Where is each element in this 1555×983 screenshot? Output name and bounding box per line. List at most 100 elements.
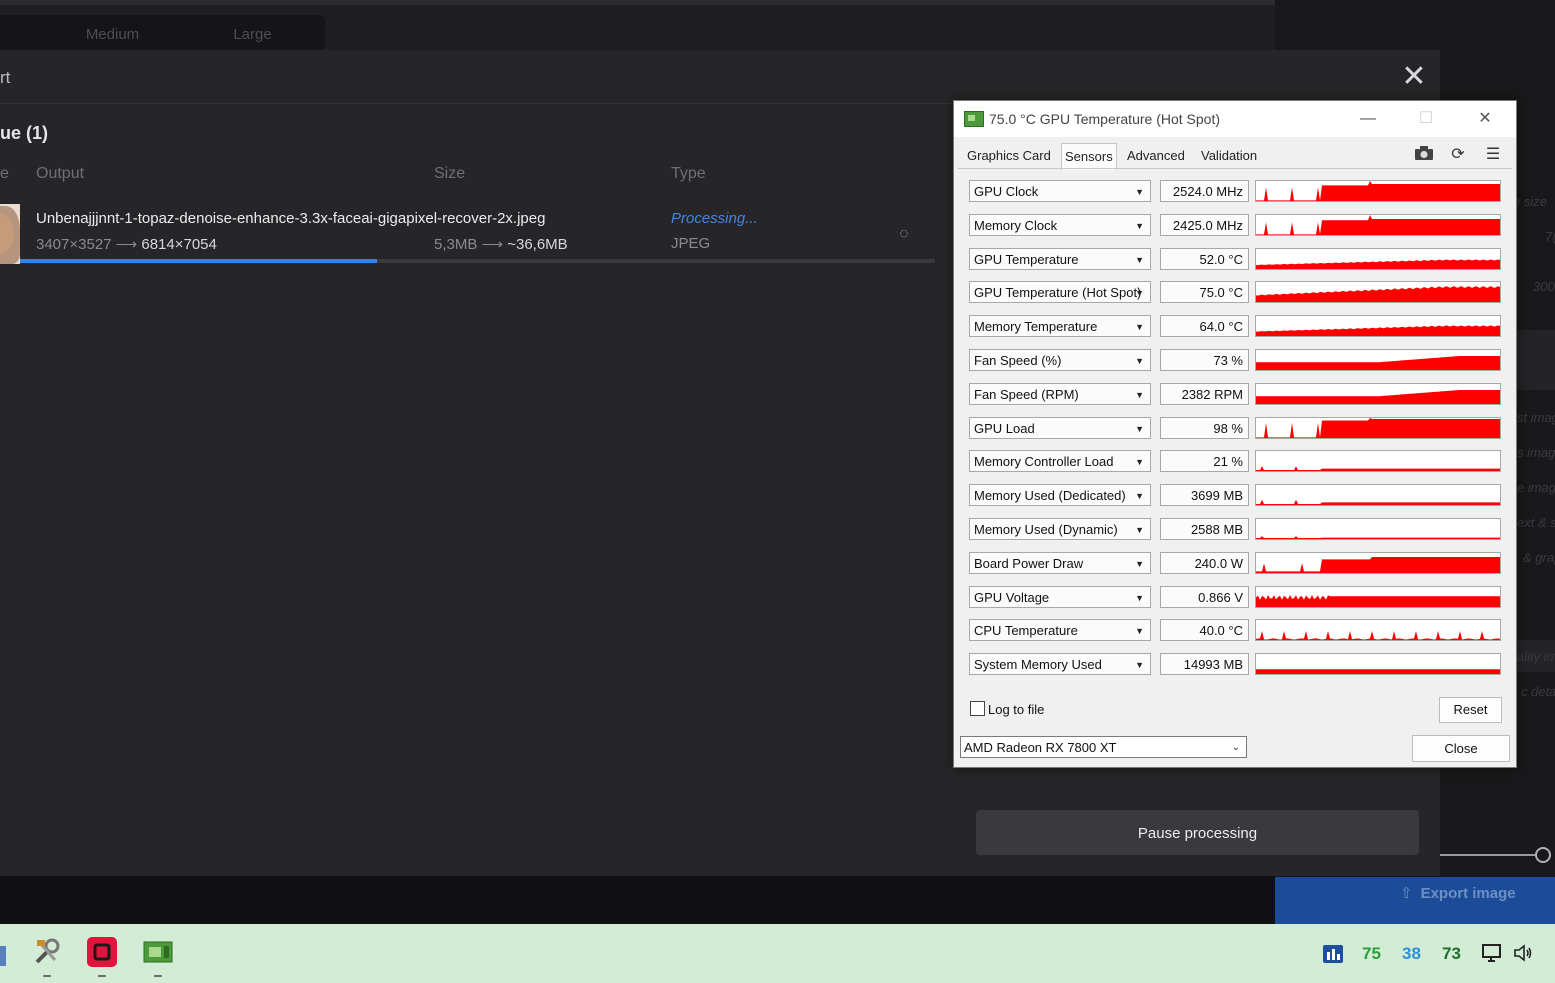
gpu-select-dropdown[interactable]: AMD Radeon RX 7800 XT ⌄: [960, 736, 1247, 758]
queue-title: ue (1): [0, 123, 49, 143]
sensor-label: Fan Speed (RPM): [974, 387, 1079, 402]
sensor-label: System Memory Used: [974, 657, 1102, 672]
sensor-name-dropdown[interactable]: GPU Voltage ▼: [969, 586, 1151, 608]
panel-fragment: e size: [1513, 194, 1547, 209]
tab-advanced[interactable]: Advanced: [1124, 145, 1188, 167]
sensor-label: Memory Controller Load: [974, 454, 1114, 469]
queue-item-sizes: 5,3MB ⟶ ~36,6MB: [434, 235, 568, 253]
sensor-graph-area: [1256, 557, 1500, 573]
sensor-graph: [1255, 518, 1501, 540]
camera-icon[interactable]: [1413, 145, 1435, 165]
sensor-name-dropdown[interactable]: GPU Temperature ▼: [969, 248, 1151, 270]
sensor-label: Board Power Draw: [974, 556, 1084, 571]
reset-button[interactable]: Reset: [1439, 697, 1502, 723]
sensor-graph: [1255, 552, 1501, 574]
sensor-graph: [1255, 281, 1501, 303]
gpuz-app-icon[interactable]: [142, 936, 174, 968]
panel-band: [1516, 330, 1555, 390]
dropdown-arrow-icon: ▼: [1135, 660, 1144, 670]
sensor-name-dropdown[interactable]: Memory Clock ▼: [969, 214, 1151, 236]
partial-app-icon[interactable]: [0, 946, 6, 966]
monitor-tray-icon[interactable]: [1322, 944, 1344, 964]
sensor-name-dropdown[interactable]: Memory Temperature ▼: [969, 315, 1151, 337]
share-icon: ⇧: [1400, 885, 1413, 902]
tab-panel-border: [958, 168, 1512, 169]
log-to-file-label: Log to file: [988, 702, 1045, 717]
tray-cpu-temp: 38: [1402, 944, 1421, 963]
running-indicator: [43, 975, 51, 977]
dropdown-arrow-icon: ▼: [1135, 491, 1144, 501]
sensor-value: 40.0 °C: [1160, 619, 1249, 641]
sensor-name-dropdown[interactable]: GPU Clock ▼: [969, 180, 1151, 202]
sensor-value: 0.866 V: [1160, 586, 1249, 608]
sensor-graph-area: [1256, 181, 1500, 201]
sensor-graph: [1255, 248, 1501, 270]
tools-app-icon[interactable]: [31, 936, 63, 968]
sensor-label: Memory Clock: [974, 218, 1058, 233]
sensor-graph: [1255, 383, 1501, 405]
sensor-value: 75.0 °C: [1160, 281, 1249, 303]
sensor-value: 2382 RPM: [1160, 383, 1249, 405]
sensor-label: GPU Temperature (Hot Spot): [974, 285, 1142, 300]
menu-icon[interactable]: ☰: [1482, 145, 1504, 165]
red-square-app-icon[interactable]: [86, 936, 118, 968]
sensor-name-dropdown[interactable]: System Memory Used ▼: [969, 653, 1151, 675]
sensor-graph-area: [1256, 631, 1500, 640]
sensor-value: 98 %: [1160, 417, 1249, 439]
sensor-graph: [1255, 417, 1501, 439]
input-dimensions: 3407×3527: [36, 236, 112, 253]
sensor-value: 3699 MB: [1160, 484, 1249, 506]
tab-validation[interactable]: Validation: [1198, 145, 1260, 167]
dropdown-arrow-icon: ▼: [1135, 390, 1144, 400]
slider-track[interactable]: [1440, 854, 1540, 856]
gpuz-window-title: 75.0 °C GPU Temperature (Hot Spot): [989, 111, 1220, 127]
dropdown-arrow-icon: ▼: [1135, 593, 1144, 603]
dialog-close-icon[interactable]: ✕: [1398, 62, 1430, 94]
sensor-value: 52.0 °C: [1160, 248, 1249, 270]
footer-area: [0, 876, 1275, 924]
sensor-name-dropdown[interactable]: GPU Temperature (Hot Spot) ▼: [969, 281, 1151, 303]
size-option-medium[interactable]: Medium: [45, 15, 180, 50]
sensor-value: 14993 MB: [1160, 653, 1249, 675]
log-to-file-checkbox[interactable]: Log to file: [970, 701, 1044, 717]
panel-fragment: c deta: [1521, 684, 1555, 699]
checkbox-box[interactable]: [970, 701, 985, 716]
sensor-name-dropdown[interactable]: Board Power Draw ▼: [969, 552, 1151, 574]
tab-sensors[interactable]: Sensors: [1061, 143, 1117, 170]
output-size: ~36,6MB: [507, 236, 568, 253]
arrow-right-icon: ⟶: [481, 236, 504, 253]
size-option-large[interactable]: Large: [185, 15, 320, 50]
tab-graphics-card[interactable]: Graphics Card: [964, 145, 1054, 167]
sensor-name-dropdown[interactable]: Memory Used (Dedicated) ▼: [969, 484, 1151, 506]
sensor-graph: [1255, 315, 1501, 337]
loading-spinner-icon: ◌: [899, 225, 909, 242]
sensor-name-dropdown[interactable]: CPU Temperature ▼: [969, 619, 1151, 641]
sensor-graph: [1255, 484, 1501, 506]
sensor-name-dropdown[interactable]: Fan Speed (RPM) ▼: [969, 383, 1151, 405]
sensor-graph: [1255, 586, 1501, 608]
pause-processing-button[interactable]: Pause processing: [976, 810, 1419, 855]
sensor-graph-area: [1256, 466, 1500, 471]
sensor-label: CPU Temperature: [974, 623, 1078, 638]
sensor-name-dropdown[interactable]: GPU Load ▼: [969, 417, 1151, 439]
sensor-label: Memory Used (Dynamic): [974, 522, 1118, 537]
window-close-icon[interactable]: ✕: [1465, 107, 1505, 131]
maximize-icon[interactable]: ☐: [1406, 107, 1446, 131]
dropdown-arrow-icon: ▼: [1135, 525, 1144, 535]
sensor-name-dropdown[interactable]: Memory Used (Dynamic) ▼: [969, 518, 1151, 540]
panel-fragment: s image: [1517, 445, 1555, 460]
network-icon[interactable]: [1481, 942, 1503, 964]
sensor-graph: [1255, 653, 1501, 675]
sensor-graph-area: [1256, 595, 1500, 607]
sensor-name-dropdown[interactable]: Fan Speed (%) ▼: [969, 349, 1151, 371]
sensor-graph: [1255, 214, 1501, 236]
sensor-value: 73 %: [1160, 349, 1249, 371]
dropdown-arrow-icon: ▼: [1135, 288, 1144, 298]
minimize-icon[interactable]: —: [1348, 107, 1388, 131]
close-button[interactable]: Close: [1412, 735, 1510, 762]
refresh-icon[interactable]: ⟳: [1447, 145, 1469, 165]
slider-handle[interactable]: [1535, 847, 1551, 863]
sensor-graph-area: [1256, 356, 1500, 370]
volume-icon[interactable]: [1512, 942, 1534, 964]
sensor-name-dropdown[interactable]: Memory Controller Load ▼: [969, 450, 1151, 472]
